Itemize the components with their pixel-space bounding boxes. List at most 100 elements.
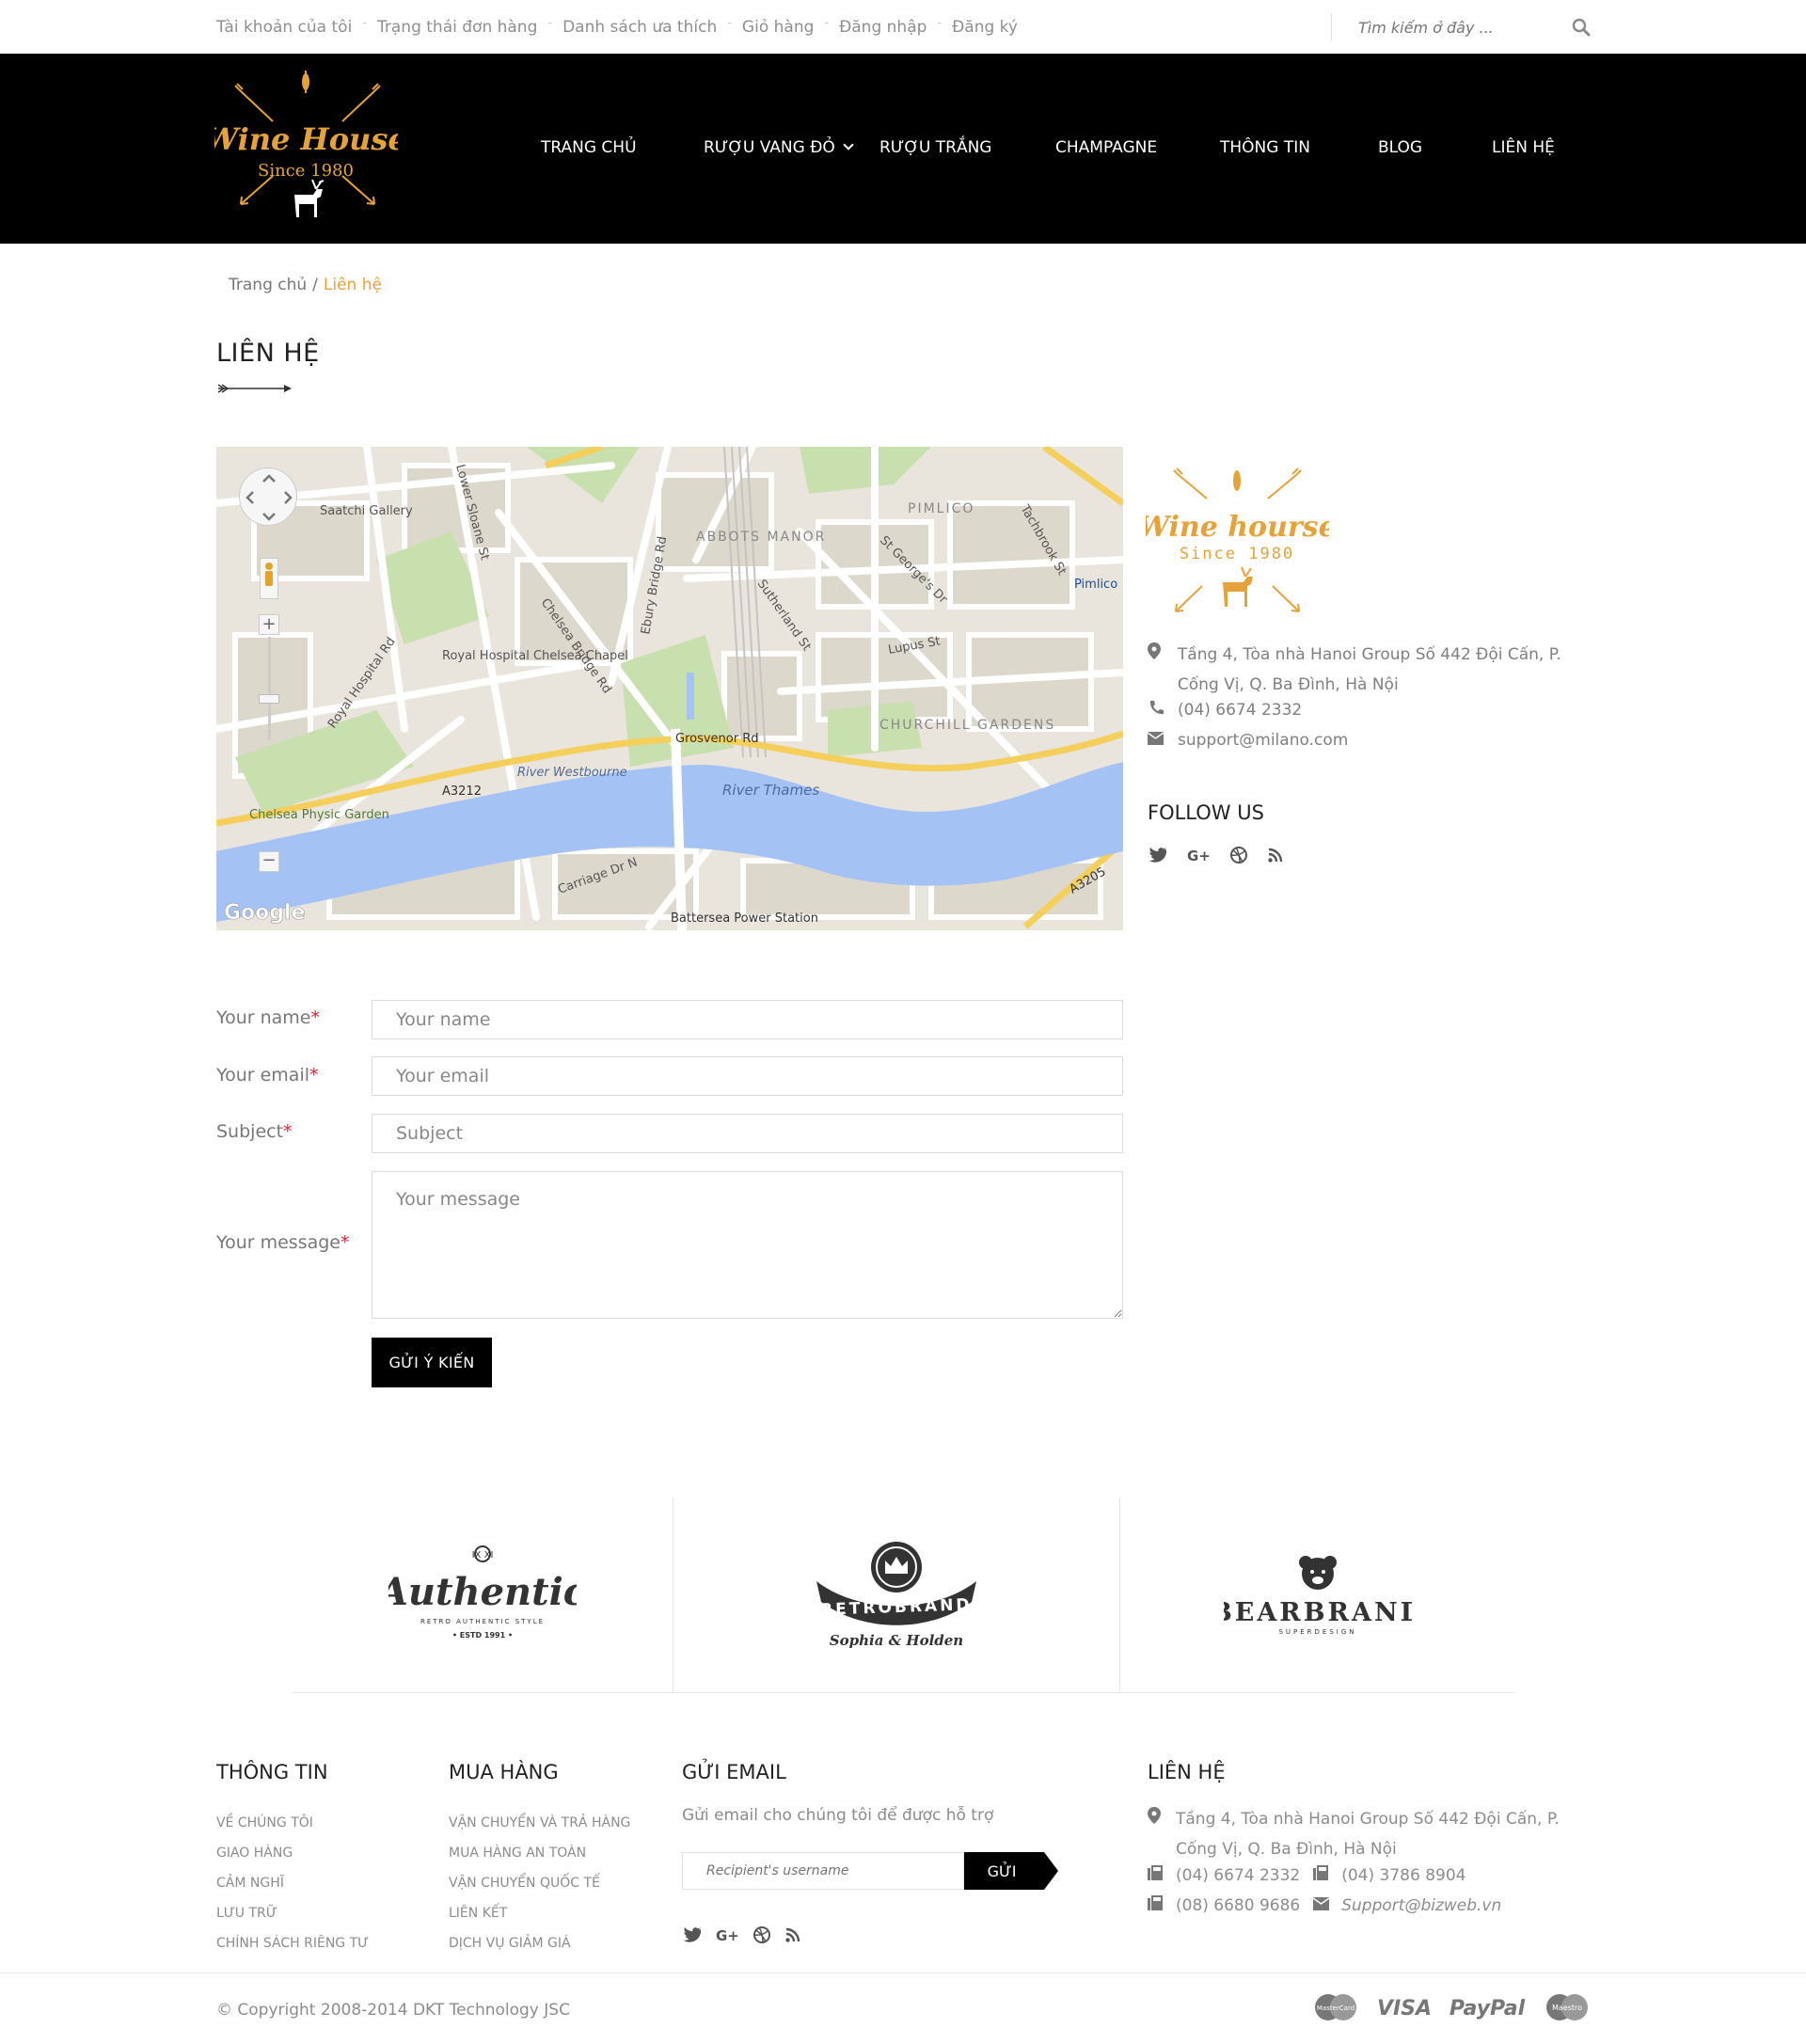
svg-text:Maestro: Maestro bbox=[1552, 2004, 1582, 2012]
search-box bbox=[1331, 13, 1592, 41]
name-label-text: Your name bbox=[216, 1007, 311, 1028]
footer-link-secure-shopping[interactable]: Mua hàng an toàn bbox=[449, 1838, 630, 1868]
svg-text:RETROBRAND: RETROBRAND bbox=[820, 1595, 973, 1620]
nav-blog[interactable]: BLOG bbox=[1378, 138, 1492, 157]
footer-link-shipping-returns[interactable]: Vận chuyển và trả hàng bbox=[449, 1808, 630, 1838]
nav-contact[interactable]: LIÊN HỆ bbox=[1492, 138, 1555, 157]
wishlist-link[interactable]: Danh sách ưa thích bbox=[562, 18, 717, 37]
map-pan-control[interactable] bbox=[239, 467, 297, 526]
search-icon[interactable] bbox=[1572, 18, 1591, 37]
main-nav: TRANG CHỦ RƯỢU VANG ĐỎ RƯỢU TRẮNG CHAMPA… bbox=[541, 138, 1555, 157]
map-label-pimlico-area: PIMLICO bbox=[908, 501, 974, 516]
zoom-in-button[interactable]: + bbox=[259, 614, 279, 635]
login-link[interactable]: Đăng nhập bbox=[839, 18, 927, 37]
footer-link-archive[interactable]: Lưu trữ bbox=[216, 1898, 369, 1928]
wine-house-logo[interactable]: Wine House Since 1980 bbox=[214, 63, 398, 232]
footer-link-international[interactable]: Vận chuyển quốc tế bbox=[449, 1868, 630, 1898]
svg-text:Authentic: Authentic bbox=[388, 1570, 577, 1614]
brand-authentic[interactable]: IX XI Authentic RETRO AUTHENTIC STYLE • … bbox=[292, 1497, 673, 1693]
cart-link[interactable]: Giỏ hàng bbox=[742, 18, 814, 37]
footer-email[interactable]: Support@bizweb.vn bbox=[1341, 1896, 1501, 1915]
newsletter-input[interactable] bbox=[682, 1852, 964, 1890]
map-label-abbots-manor: ABBOTS MANOR bbox=[696, 530, 826, 545]
chevron-down-icon bbox=[843, 139, 854, 151]
footer-info-list: Về chúng tôi Giao hàng Cảm nghĩ Lưu trữ … bbox=[216, 1808, 369, 1958]
footer-link-privacy[interactable]: Chính sách riêng tư bbox=[216, 1928, 369, 1958]
footer-phone-3: (08) 6680 9686 bbox=[1176, 1895, 1301, 1915]
fax-icon bbox=[1148, 1895, 1166, 1915]
required-mark: * bbox=[283, 1121, 293, 1142]
map-label-grosvenor: Grosvenor Rd bbox=[675, 732, 759, 746]
svg-text:PayPal: PayPal bbox=[1450, 1997, 1525, 2020]
breadcrumb-home[interactable]: Trang chủ bbox=[229, 276, 307, 294]
brand-retrobrand[interactable]: RETROBRAND Sophia & Holden bbox=[673, 1497, 1120, 1693]
google-plus-icon[interactable]: G+ bbox=[1187, 848, 1210, 863]
footer-address-text: Tầng 4, Tòa nhà Hanoi Group Số 442 Đội C… bbox=[1176, 1810, 1560, 1859]
nav-champagne[interactable]: CHAMPAGNE bbox=[1055, 138, 1220, 157]
twitter-icon[interactable] bbox=[1148, 848, 1166, 863]
nav-red-wine[interactable]: RƯỢU VANG ĐỎ bbox=[704, 138, 879, 157]
search-input[interactable] bbox=[1358, 18, 1556, 37]
brand-logos: IX XI Authentic RETRO AUTHENTIC STYLE • … bbox=[292, 1497, 1514, 1693]
map-label-battersea: Battersea Power Station bbox=[671, 911, 818, 926]
order-status-link[interactable]: Trạng thái đơn hàng bbox=[377, 18, 537, 37]
message-textarea[interactable] bbox=[372, 1171, 1123, 1319]
email-input[interactable] bbox=[372, 1056, 1123, 1096]
map-marker-icon bbox=[1148, 1804, 1166, 1834]
footer-newsletter-title: GỬI EMAIL bbox=[682, 1761, 786, 1783]
svg-text:G+: G+ bbox=[1187, 848, 1210, 863]
contact-phone-text: (04) 6674 2332 bbox=[1178, 701, 1303, 720]
footer-link-discounts[interactable]: Dịch vụ giảm giá bbox=[449, 1928, 630, 1958]
footer-link-about[interactable]: Về chúng tôi bbox=[216, 1808, 369, 1838]
message-label-text: Your message bbox=[216, 1232, 341, 1253]
send-feedback-button[interactable]: GỬI Ý KIẾN bbox=[372, 1338, 492, 1387]
footer-phone-1: (04) 6674 2332 bbox=[1176, 1865, 1301, 1885]
zoom-slider-track[interactable] bbox=[268, 637, 271, 740]
brand-bearbrand[interactable]: BEARBRAND SUPERDESIGN bbox=[1120, 1497, 1514, 1693]
zoom-slider-handle[interactable] bbox=[259, 694, 279, 704]
newsletter-send-label: GỬI bbox=[988, 1862, 1017, 1880]
name-input[interactable] bbox=[372, 1000, 1123, 1039]
contact-email-text[interactable]: support@milano.com bbox=[1178, 731, 1348, 750]
required-mark: * bbox=[309, 1065, 319, 1085]
logo-since: Since 1980 bbox=[258, 161, 354, 181]
register-link[interactable]: Đăng ký bbox=[952, 18, 1018, 37]
zoom-out-button[interactable]: − bbox=[259, 851, 279, 872]
google-plus-icon[interactable]: G+ bbox=[716, 1927, 738, 1942]
dribbble-icon[interactable] bbox=[1230, 847, 1247, 864]
svg-text:Sophia & Holden: Sophia & Holden bbox=[830, 1632, 963, 1649]
footer-shopping-list: Vận chuyển và trả hàng Mua hàng an toàn … bbox=[449, 1808, 630, 1958]
map-label-a3212: A3212 bbox=[442, 784, 482, 799]
my-account-link[interactable]: Tài khoản của tôi bbox=[216, 18, 352, 37]
twitter-icon[interactable] bbox=[682, 1927, 701, 1942]
nav-white-wine[interactable]: RƯỢU TRẮNG bbox=[879, 138, 1055, 157]
svg-text:VISA: VISA bbox=[1378, 1997, 1431, 2020]
svg-text:SUPERDESIGN: SUPERDESIGN bbox=[1278, 1628, 1356, 1636]
nav-info[interactable]: THÔNG TIN bbox=[1220, 138, 1378, 157]
subject-input[interactable] bbox=[372, 1114, 1123, 1153]
google-watermark: Google bbox=[224, 901, 306, 925]
footer-link-affiliates[interactable]: Liên kết bbox=[449, 1898, 630, 1928]
footer-info-title: THÔNG TIN bbox=[216, 1761, 328, 1783]
street-view-pegman-icon[interactable] bbox=[260, 558, 278, 599]
newsletter-send-button[interactable]: GỬI bbox=[964, 1852, 1058, 1890]
email-label-text: Your email bbox=[216, 1065, 309, 1085]
footer-contact-title: LIÊN HỆ bbox=[1148, 1761, 1226, 1783]
nav-home[interactable]: TRANG CHỦ bbox=[541, 138, 704, 157]
nav-red-wine-label: RƯỢU VANG ĐỎ bbox=[704, 138, 835, 157]
footer-link-testimonials[interactable]: Cảm nghĩ bbox=[216, 1868, 369, 1898]
rss-icon[interactable] bbox=[785, 1927, 800, 1942]
envelope-icon bbox=[1147, 731, 1166, 750]
contact-address-text: Tầng 4, Tòa nhà Hanoi Group Số 442 Đội C… bbox=[1177, 645, 1561, 694]
rss-icon[interactable] bbox=[1268, 848, 1283, 863]
page-title: LIÊN HỆ bbox=[216, 339, 320, 368]
dribbble-icon[interactable] bbox=[753, 1926, 770, 1943]
top-bar: Tài khoản của tôi - Trạng thái đơn hàng - … bbox=[0, 0, 1806, 54]
phone-icon bbox=[1148, 701, 1166, 721]
footer-link-delivery[interactable]: Giao hàng bbox=[216, 1838, 369, 1868]
breadcrumb: Trang chủ / Liên hệ bbox=[229, 276, 382, 294]
required-mark: * bbox=[310, 1007, 320, 1028]
google-map[interactable]: Saatchi Gallery Royal Hospital Chelsea C… bbox=[216, 447, 1123, 930]
payment-methods: MasterCard VISA PayPal Maestro bbox=[1312, 1993, 1591, 2021]
retrobrand-logo: RETROBRAND Sophia & Holden bbox=[816, 1542, 976, 1649]
